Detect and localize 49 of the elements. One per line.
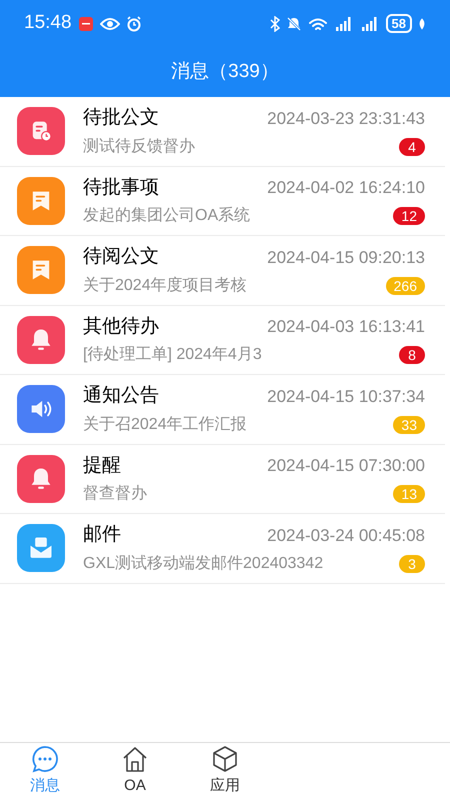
message-time: 2024-04-15 09:20:13 — [267, 246, 425, 268]
battery-indicator: 58 — [386, 14, 412, 33]
message-title: 邮件 — [83, 523, 121, 547]
message-row[interactable]: 提醒 2024-04-15 07:30:00 督查督办 13 — [0, 444, 445, 514]
alarm-icon — [126, 16, 142, 32]
unread-count: 13 — [393, 485, 425, 503]
unread-count: 12 — [393, 207, 425, 225]
message-title: 待批事项 — [83, 176, 159, 200]
message-time: 2024-04-03 16:13:41 — [267, 316, 425, 338]
home-icon — [121, 745, 149, 774]
nav-tab[interactable]: OA — [90, 743, 180, 800]
cube-icon — [211, 745, 239, 774]
status-time: 15:48 — [24, 11, 72, 36]
message-row[interactable]: 通知公告 2024-04-15 10:37:34 关于召2024年工作汇报 33 — [0, 375, 445, 444]
message-preview: 督查督办 — [83, 484, 147, 504]
message-row[interactable]: 邮件 2024-03-24 00:45:08 GXL测试移动端发邮件202403342 3 — [0, 514, 445, 584]
nav-tab[interactable]: 应用 — [180, 743, 270, 800]
message-title: 待批公文 — [83, 106, 159, 130]
message-preview: 关于2024年度项目考核 — [83, 276, 247, 296]
message-time: 2024-04-15 07:30:00 — [267, 455, 425, 477]
unread-count: 3 — [399, 554, 425, 572]
message-time: 2024-03-23 23:31:43 — [267, 108, 425, 130]
message-row[interactable]: 其他待办 2024-04-03 16:13:41 [待处理工单] 2024年4月3 8 — [0, 306, 445, 375]
message-time: 2024-03-24 00:45:08 — [267, 524, 425, 546]
page-title: 消息（339） — [171, 60, 279, 84]
unread-count: 4 — [399, 138, 425, 156]
wifi-icon — [308, 16, 328, 32]
message-title: 通知公告 — [83, 384, 159, 408]
message-time: 2024-04-02 16:24:10 — [267, 177, 425, 199]
muted-bell-icon — [286, 16, 302, 32]
message-preview: [待处理工单] 2024年4月3 — [83, 344, 262, 365]
chat-bubble-icon — [31, 745, 59, 774]
message-title: 待阅公文 — [83, 245, 159, 269]
unread-count: 33 — [393, 416, 425, 434]
message-time: 2024-04-15 10:37:34 — [267, 386, 425, 408]
unread-count: 266 — [386, 276, 425, 294]
message-row[interactable]: 待阅公文 2024-04-15 09:20:13 关于2024年度项目考核 266 — [0, 236, 445, 306]
bluetooth-icon — [270, 16, 280, 32]
message-preview: GXL测试移动端发邮件202403342 — [83, 554, 324, 574]
message-title: 提醒 — [83, 454, 121, 478]
message-preview: 测试待反馈督办 — [83, 136, 195, 156]
message-row[interactable]: 待批事项 2024-04-02 16:24:10 发起的集团公司OA系统 12 — [0, 166, 445, 236]
app-notification-icon — [78, 16, 94, 32]
message-preview: 关于召2024年工作汇报 — [83, 414, 247, 434]
message-preview: 发起的集团公司OA系统 — [83, 206, 250, 226]
eye-icon — [100, 16, 120, 32]
message-title: 其他待办 — [83, 314, 159, 338]
message-row[interactable]: 待批公文 2024-03-23 23:31:43 测试待反馈督办 4 — [0, 97, 445, 166]
unread-count: 8 — [399, 346, 425, 364]
